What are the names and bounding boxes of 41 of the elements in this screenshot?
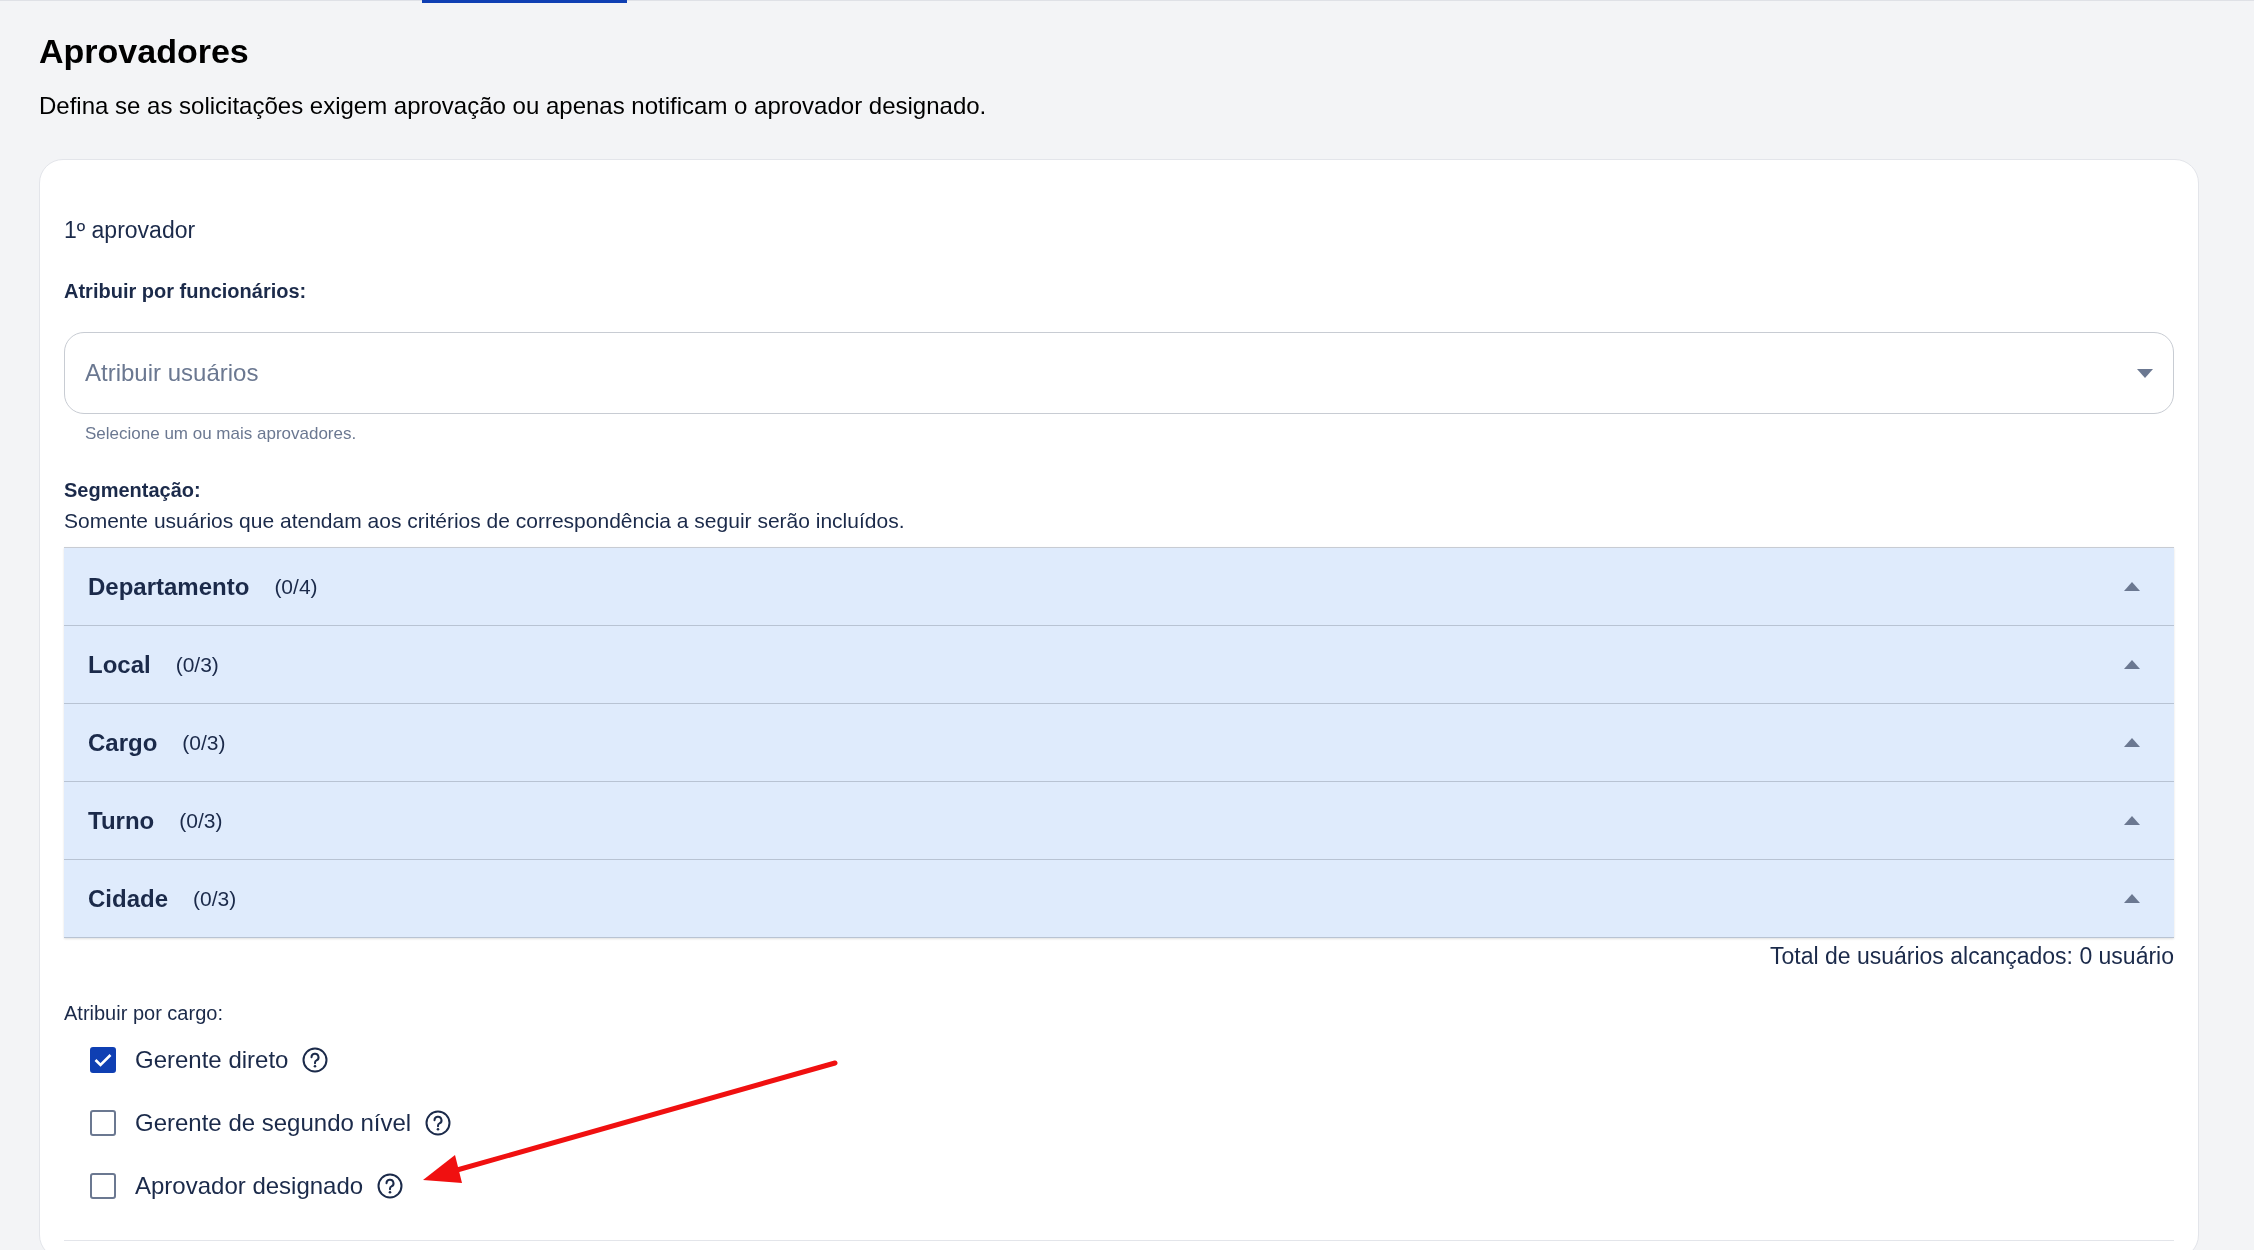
group-count: (0/3)	[193, 886, 237, 911]
checkbox-label: Aprovador designado	[135, 1171, 364, 1200]
approver-heading: 1º aprovador	[64, 216, 197, 244]
caret-icon	[2124, 738, 2140, 747]
caret-icon	[2124, 894, 2140, 903]
check-icon	[94, 1052, 112, 1067]
group-name: Cargo	[88, 728, 158, 757]
caret-icon	[2124, 582, 2140, 591]
helper-text: Selecione um ou mais aprovadores.	[85, 423, 358, 445]
checkbox-label: Gerente de segundo nível	[135, 1108, 412, 1137]
help-icon[interactable]	[302, 1046, 329, 1073]
caret-icon	[2124, 816, 2140, 825]
group-count: (0/3)	[182, 730, 226, 755]
section-description: Somente usuários que atendam aos critérios de correspondência a seguir serão incluídos.	[64, 508, 906, 534]
total-users-text: Total de usuários alcançados: 0 usuário	[1768, 942, 2174, 970]
help-icon[interactable]	[425, 1109, 452, 1136]
page-title: Aprovadores	[39, 31, 250, 72]
accordion-header[interactable]: Departamento (0/4)	[64, 548, 2174, 626]
help-icon[interactable]	[377, 1172, 404, 1199]
checkbox-label: Gerente direto	[135, 1045, 289, 1074]
group-count: (0/4)	[274, 574, 318, 599]
caret-icon	[2124, 660, 2140, 669]
group-name: Turno	[88, 806, 155, 835]
page-subtitle: Defina se as solicitações exigem aprovação ou apenas notificam o aprovador designado.	[39, 91, 988, 121]
group-count: (0/3)	[175, 652, 219, 677]
accordion-header[interactable]: Local (0/3)	[64, 626, 2174, 704]
checkbox[interactable]	[90, 1046, 116, 1073]
group-count: (0/3)	[179, 808, 223, 833]
accordion-header[interactable]: Cidade (0/3)	[64, 860, 2174, 938]
accordion-header[interactable]: Cargo (0/3)	[64, 704, 2174, 782]
checkbox[interactable]	[90, 1109, 116, 1136]
group-name: Cidade	[88, 884, 168, 913]
checkbox[interactable]	[90, 1172, 116, 1199]
section-label: Segmentação:	[64, 478, 202, 503]
dropdown-caret-icon	[2137, 368, 2153, 378]
accordion-header[interactable]: Turno (0/3)	[64, 782, 2174, 860]
group-name: Departamento	[88, 572, 250, 601]
select-field[interactable]: Atribuir usuários	[64, 332, 2174, 414]
group-name: Local	[88, 650, 151, 679]
role-label: Atribuir por cargo:	[64, 1001, 224, 1026]
field-label: Atribuir por funcionários:	[64, 279, 308, 304]
